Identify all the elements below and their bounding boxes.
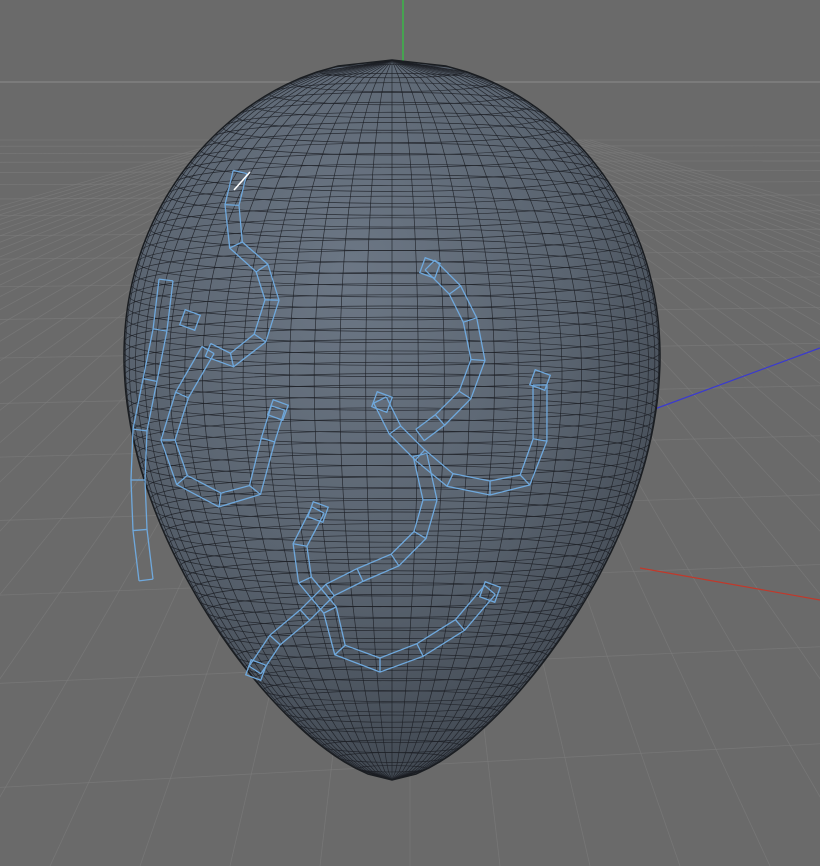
3d-viewport[interactable] — [0, 0, 820, 866]
edge-loop-rung[interactable] — [224, 203, 240, 207]
